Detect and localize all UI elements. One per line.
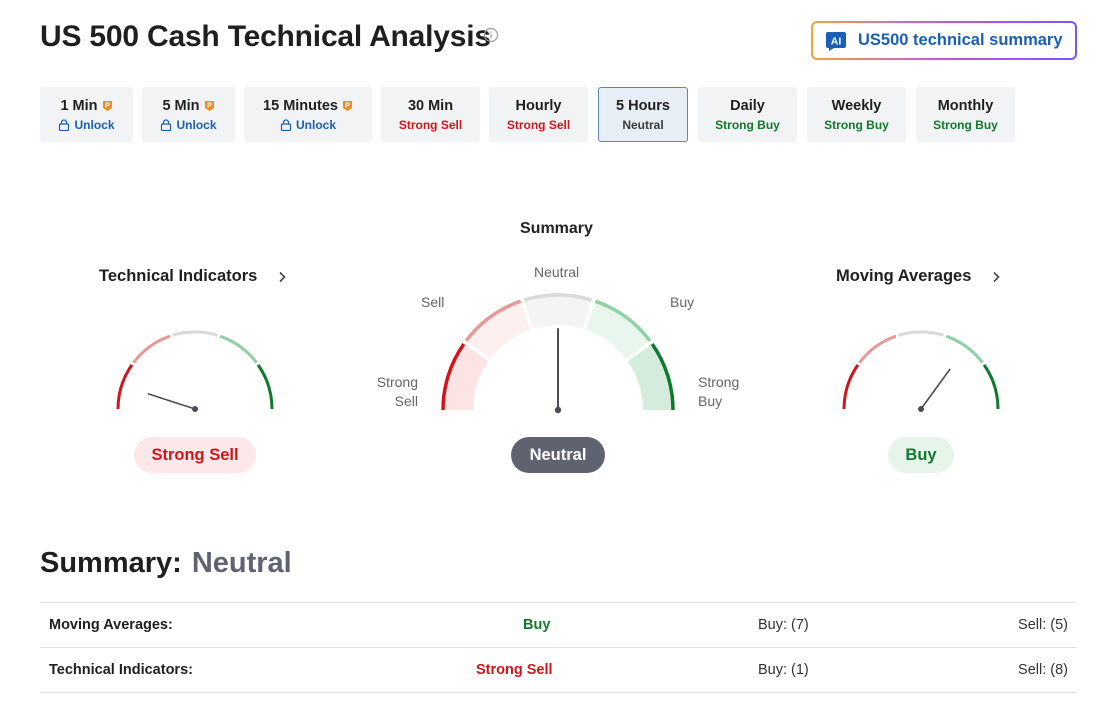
zone-label-strong-buy: Strong Buy [698,374,740,409]
tab-5-min[interactable]: 5 Min P Unlock [142,87,235,142]
gauge-arc-neutral [898,330,944,337]
technical-indicators-gauge [116,330,274,412]
tab-status: Strong Sell [398,117,463,132]
gauge-needle [147,393,196,410]
technical-indicators-title: Technical Indicators [99,267,258,285]
tab-hourly[interactable]: Hourly Strong Sell [489,87,588,142]
tab-status: Unlock [74,117,115,132]
page-title: US 500 Cash Technical Analysis [40,20,491,53]
gauge-needle-pivot [192,406,198,412]
row-buy-count: Buy: (7) [758,617,809,633]
summary-label: Summary: [40,547,182,579]
tab-15-minutes[interactable]: 15 Minutes P Unlock [244,87,372,142]
info-icon[interactable] [483,27,499,43]
svg-text:AI: AI [831,35,842,47]
tab-monthly[interactable]: Monthly Strong Buy [916,87,1015,142]
summary-value: Neutral [191,547,292,579]
tab-status: Neutral [622,117,664,132]
tab-label: Weekly [831,97,882,114]
row-sell-count: Sell: (5) [1018,617,1068,633]
tab-status: Strong Buy [933,117,998,132]
gauge-arc-strong-buy [982,363,1000,410]
gauge-arc-sell [132,334,171,364]
ai-technical-summary-button[interactable]: AI US500 technical summary [811,21,1077,60]
lock-icon [161,118,172,131]
moving-averages-signal: Buy [888,437,954,473]
zone-label-sell: Sell [421,294,445,310]
tab-status: Strong Sell [506,117,571,132]
moving-averages-gauge [842,330,1000,412]
table-row: Moving Averages: Buy Buy: (7) Sell: (5) [40,603,1077,648]
tab-weekly[interactable]: Weekly Strong Buy [807,87,906,142]
gauge-zone-fill-strong-sell [443,344,489,410]
tab-status: Strong Buy [824,117,889,132]
gauge-arc-strong-sell [842,363,860,410]
tab-status: Strong Buy [715,117,780,132]
svg-text:P: P [207,102,212,109]
gauge-arc-strong-sell [116,363,134,410]
row-name: Technical Indicators: [49,662,193,678]
tab-status: Unlock [176,117,217,132]
row-signal: Strong Sell [476,662,553,678]
pro-badge-icon: P [102,100,112,111]
svg-text:P: P [345,102,350,109]
moving-averages-title: Moving Averages [836,267,972,285]
summary-gauge [441,293,675,414]
tab-daily[interactable]: Daily Strong Buy [698,87,797,142]
row-name: Moving Averages: [49,617,173,633]
gauge-arc-neutral [172,330,218,337]
tab-1-min[interactable]: 1 Min P Unlock [40,87,133,142]
tab-5-hours[interactable]: 5 Hours Neutral [598,87,688,142]
tab-label: Hourly [515,97,562,114]
summary-table: Moving Averages: Buy Buy: (7) Sell: (5) … [40,602,1077,693]
table-row: Technical Indicators: Strong Sell Buy: (… [40,648,1077,693]
tab-label: 15 Minutes [263,97,338,114]
row-sell-count: Sell: (8) [1018,662,1068,678]
lock-icon [59,118,70,131]
gauge-arc-buy [219,334,258,364]
gauge-arc-buy [945,334,984,364]
tab-label: 30 Min [407,97,454,114]
summary-heading: Summary: Neutral [40,547,292,580]
svg-text:P: P [105,102,110,109]
tab-label: Daily [730,97,765,114]
summary-gauge-title: Summary [520,220,593,237]
chevron-right-icon [993,271,1001,282]
summary-signal: Neutral [511,437,605,473]
zone-label-buy: Buy [670,294,695,310]
gauge-needle-pivot [554,406,562,414]
tab-label: 1 Min [60,97,98,114]
gauge-zone-fill-strong-buy [627,344,673,410]
moving-averages-link[interactable]: Moving Averages [836,267,1003,286]
chevron-right-icon [279,271,286,282]
gauge-needle-pivot [918,406,924,412]
tab-label: Monthly [937,97,994,114]
tab-status: Unlock [295,117,336,132]
gauge-arc-strong-buy [256,363,274,410]
tab-30-min[interactable]: 30 Min Strong Sell [381,87,480,142]
tab-label: 5 Min [162,97,200,114]
gauge-needle [920,368,951,410]
gauge-arc-sell [858,334,897,364]
lock-icon [280,118,292,131]
technical-indicators-signal: Strong Sell [134,437,256,473]
pro-badge-icon: P [204,100,214,111]
ai-icon: AI [826,31,846,51]
zone-label-strong-sell: Strong Sell [376,374,418,409]
row-buy-count: Buy: (1) [758,662,809,678]
tab-label: 5 Hours [616,97,670,114]
gauge-zone-fill-neutral [524,295,592,329]
pro-badge-icon: P [342,100,352,111]
ai-button-label: US500 technical summary [858,31,1063,49]
technical-indicators-link[interactable]: Technical Indicators [99,267,289,286]
zone-label-neutral: Neutral [534,264,580,280]
row-signal: Buy [523,617,551,633]
